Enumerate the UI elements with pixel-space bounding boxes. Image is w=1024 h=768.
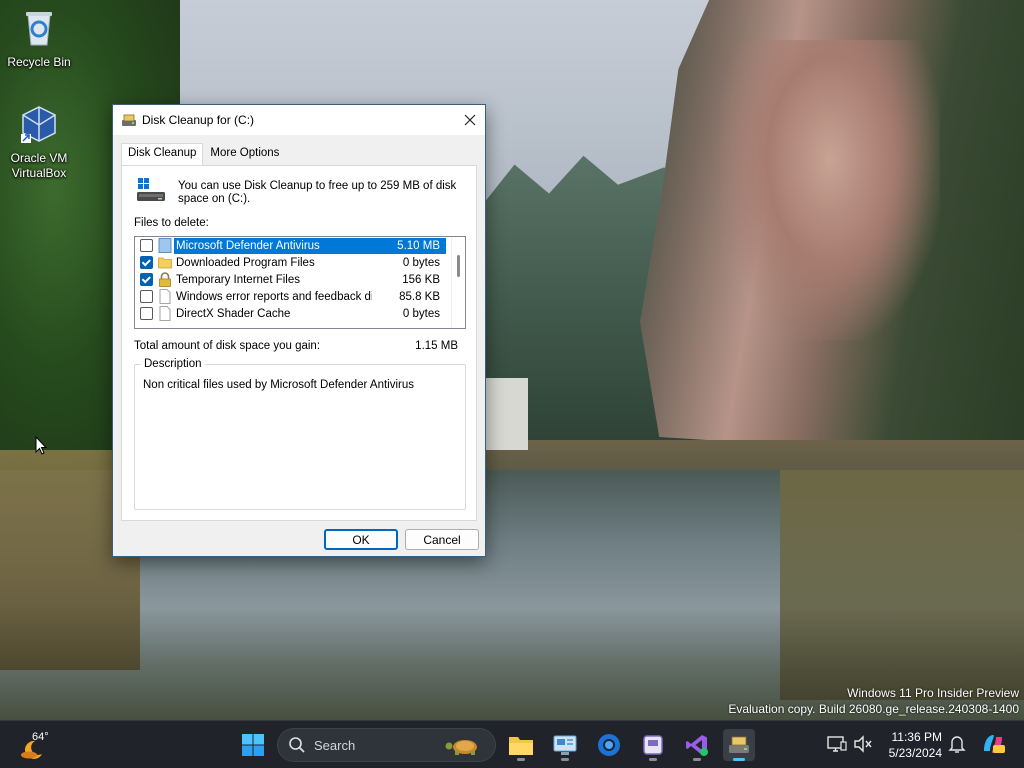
checkbox[interactable] xyxy=(140,239,153,252)
clock-date: 5/23/2024 xyxy=(888,746,942,760)
checkbox[interactable] xyxy=(140,256,153,269)
wallpaper-shore xyxy=(480,440,1024,474)
volume-muted-icon[interactable] xyxy=(852,733,874,755)
running-indicator xyxy=(561,758,569,761)
taskbar-visual-studio[interactable] xyxy=(681,729,713,761)
ok-button[interactable]: OK xyxy=(324,529,398,550)
watermark-line-2: Evaluation copy. Build 26080.ge_release.… xyxy=(728,702,1019,716)
build-watermark: Windows 11 Pro Insider Preview Evaluatio… xyxy=(728,685,1019,717)
intro-section: You can use Disk Cleanup to free up to 2… xyxy=(136,176,458,206)
desktop-icon-virtualbox[interactable]: Oracle VM VirtualBox xyxy=(1,104,77,181)
wallpaper-rock xyxy=(720,40,940,340)
total-space-label: Total amount of disk space you gain: xyxy=(134,340,321,352)
scrollbar-thumb[interactable] xyxy=(457,255,460,277)
checkbox[interactable] xyxy=(140,290,153,303)
desktop-icon-recycle-bin[interactable]: Recycle Bin xyxy=(1,8,77,70)
file-explorer-icon xyxy=(509,737,533,755)
taskbar-app-purple[interactable] xyxy=(637,729,669,761)
list-item[interactable]: Downloaded Program Files 0 bytes xyxy=(135,254,465,271)
disk-cleanup-taskbar-icon xyxy=(729,736,749,753)
taskbar-browser[interactable] xyxy=(593,729,625,761)
windows-logo-icon xyxy=(242,734,264,756)
recycle-bin-icon xyxy=(26,12,52,46)
weather-temp: 64° xyxy=(32,731,49,743)
disk-cleanup-icon xyxy=(122,114,136,126)
browser-icon xyxy=(598,734,620,756)
running-indicator xyxy=(517,758,525,761)
description-group: Description Non critical files used by M… xyxy=(134,358,466,510)
blank-file-icon xyxy=(158,238,172,253)
taskbar-clock[interactable]: 11:36 PM 5/23/2024 xyxy=(880,729,942,761)
wallpaper-house xyxy=(486,378,528,450)
description-text: Non critical files used by Microsoft Def… xyxy=(143,379,414,391)
dialog-tabs: Disk Cleanup More Options xyxy=(121,143,286,166)
file-name: Downloaded Program Files xyxy=(176,256,315,269)
document-icon xyxy=(159,306,171,321)
checkbox[interactable] xyxy=(140,307,153,320)
running-indicator xyxy=(733,758,745,761)
files-to-delete-label: Files to delete: xyxy=(134,217,209,229)
virtualbox-icon xyxy=(21,106,56,143)
virtualbox-label: Oracle VM VirtualBox xyxy=(10,151,68,180)
files-list[interactable]: Microsoft Defender Antivirus 5.10 MB Dow… xyxy=(134,236,466,329)
notification-bell-icon[interactable] xyxy=(946,733,968,755)
clock-time: 11:36 PM xyxy=(891,730,942,744)
running-indicator xyxy=(649,758,657,761)
mouse-cursor-icon xyxy=(35,436,47,455)
taskbar: 64° Search 11:36 PM 5/23/2024 xyxy=(0,720,1024,768)
list-item[interactable]: Windows error reports and feedback di...… xyxy=(135,288,465,305)
document-icon xyxy=(159,289,171,304)
wallpaper-reeds-right xyxy=(780,470,1024,700)
search-placeholder: Search xyxy=(314,737,356,753)
files-list-scrollbar[interactable] xyxy=(451,237,465,328)
checkbox[interactable] xyxy=(140,273,153,286)
lock-icon xyxy=(159,272,171,287)
watermark-line-1: Windows 11 Pro Insider Preview xyxy=(847,686,1019,700)
recycle-bin-label: Recycle Bin xyxy=(7,55,71,69)
start-button[interactable] xyxy=(237,729,269,761)
folder-icon xyxy=(158,257,172,269)
taskbar-file-explorer[interactable] xyxy=(505,729,537,761)
dialog-title: Disk Cleanup for (C:) xyxy=(142,113,255,127)
list-item[interactable]: Temporary Internet Files 156 KB xyxy=(135,271,465,288)
list-item[interactable]: DirectX Shader Cache 0 bytes xyxy=(135,305,465,322)
control-panel-icon xyxy=(553,735,577,755)
total-space-value: 1.15 MB xyxy=(415,340,458,352)
list-item[interactable]: Microsoft Defender Antivirus 5.10 MB xyxy=(135,237,465,254)
turtle-highlight-icon xyxy=(445,740,477,755)
taskbar-control-panel[interactable] xyxy=(549,729,581,761)
taskbar-disk-cleanup[interactable] xyxy=(723,729,755,761)
display-tray-icon[interactable] xyxy=(826,733,848,755)
visual-studio-icon xyxy=(686,735,708,756)
total-space-row: Total amount of disk space you gain: 1.1… xyxy=(134,340,466,352)
dialog-titlebar[interactable]: Disk Cleanup for (C:) xyxy=(113,105,485,135)
tab-disk-cleanup[interactable]: Disk Cleanup xyxy=(121,143,204,166)
file-name: Windows error reports and feedback di... xyxy=(176,290,372,303)
file-size: 85.8 KB xyxy=(399,290,440,303)
intro-text: You can use Disk Cleanup to free up to 2… xyxy=(178,180,457,205)
disk-cleanup-panel: You can use Disk Cleanup to free up to 2… xyxy=(121,165,477,521)
disk-cleanup-dialog: Disk Cleanup for (C:) Disk Cleanup More … xyxy=(112,104,486,557)
file-size: 0 bytes xyxy=(402,256,440,269)
description-label: Description xyxy=(141,358,205,370)
app-window-icon xyxy=(643,735,663,755)
file-name: Microsoft Defender Antivirus xyxy=(174,237,372,254)
cancel-button[interactable]: Cancel xyxy=(405,529,479,550)
close-icon xyxy=(464,114,476,126)
copilot-icon[interactable] xyxy=(980,731,1006,757)
file-name: Temporary Internet Files xyxy=(176,273,300,286)
drive-icon xyxy=(137,178,165,201)
taskbar-search[interactable]: Search xyxy=(277,728,496,762)
close-button[interactable] xyxy=(455,105,485,135)
list-item-partial[interactable] xyxy=(135,322,465,328)
file-size: 5.10 MB xyxy=(372,237,446,254)
running-indicator xyxy=(693,758,701,761)
file-size: 0 bytes xyxy=(402,307,440,320)
file-size: 156 KB xyxy=(402,273,440,286)
weather-widget[interactable]: 64° xyxy=(20,729,60,761)
tab-more-options[interactable]: More Options xyxy=(203,143,286,165)
search-icon xyxy=(289,737,305,753)
file-name: DirectX Shader Cache xyxy=(176,307,291,320)
